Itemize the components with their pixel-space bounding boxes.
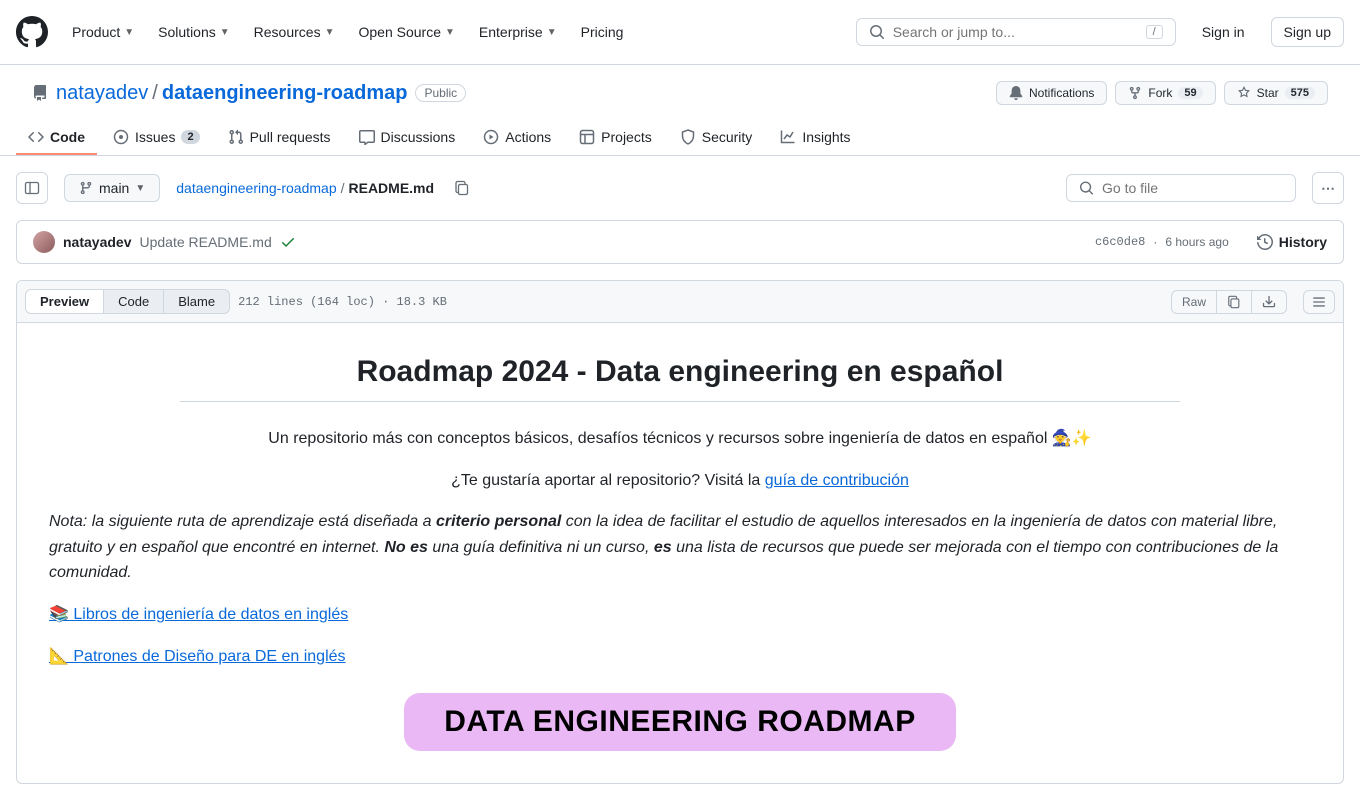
- pull-request-icon: [228, 129, 244, 145]
- roadmap-banner: DATA ENGINEERING ROADMAP: [404, 693, 955, 751]
- sidebar-toggle-button[interactable]: [16, 172, 48, 204]
- issues-count: 2: [181, 130, 199, 144]
- fork-icon: [1128, 86, 1142, 100]
- chevron-down-icon: ▼: [135, 183, 145, 194]
- graph-icon: [780, 129, 796, 145]
- download-button[interactable]: [1252, 290, 1287, 314]
- nav-opensource[interactable]: Open Source▼: [350, 18, 462, 46]
- slash-shortcut: /: [1146, 25, 1163, 39]
- nav-enterprise[interactable]: Enterprise▼: [471, 18, 565, 46]
- search-input[interactable]: [893, 24, 1138, 40]
- contribution-guide-link[interactable]: guía de contribución: [765, 472, 909, 489]
- notifications-button[interactable]: Notifications: [996, 81, 1107, 105]
- play-icon: [483, 129, 499, 145]
- commit-author[interactable]: natayadev: [63, 234, 131, 250]
- shield-icon: [680, 129, 696, 145]
- projects-icon: [579, 129, 595, 145]
- raw-button[interactable]: Raw: [1171, 290, 1217, 314]
- tab-code[interactable]: Code: [16, 121, 97, 155]
- download-icon: [1262, 295, 1276, 309]
- tab-pulls[interactable]: Pull requests: [216, 121, 343, 155]
- readme-note: Nota: la siguiente ruta de aprendizaje e…: [49, 509, 1311, 586]
- path-separator: /: [152, 82, 158, 105]
- chevron-down-icon: ▼: [325, 27, 335, 38]
- visibility-badge: Public: [415, 84, 466, 102]
- repo-name-link[interactable]: dataengineering-roadmap: [162, 82, 408, 105]
- copy-raw-button[interactable]: [1217, 290, 1252, 314]
- sign-in-link[interactable]: Sign in: [1192, 18, 1255, 46]
- goto-file-input[interactable]: [1102, 180, 1283, 196]
- history-link[interactable]: History: [1257, 234, 1327, 250]
- tab-projects[interactable]: Projects: [567, 121, 664, 155]
- goto-file-container[interactable]: [1066, 174, 1296, 202]
- search-icon: [869, 24, 885, 40]
- commit-time: 6 hours ago: [1165, 235, 1228, 249]
- chevron-down-icon: ▼: [547, 27, 557, 38]
- fork-count: 59: [1178, 87, 1202, 99]
- tab-discussions[interactable]: Discussions: [347, 121, 468, 155]
- sidebar-icon: [24, 180, 40, 196]
- nav-resources[interactable]: Resources▼: [246, 18, 343, 46]
- check-icon[interactable]: [280, 234, 296, 250]
- nav-pricing[interactable]: Pricing: [573, 18, 632, 46]
- commit-message[interactable]: Update README.md: [139, 234, 271, 250]
- repo-owner-link[interactable]: natayadev: [56, 82, 148, 105]
- code-icon: [28, 129, 44, 145]
- branch-icon: [79, 181, 93, 195]
- patterns-link[interactable]: 📐 Patrones de Diseño para DE en inglés: [49, 648, 346, 665]
- more-options-button[interactable]: ⋯: [1312, 172, 1344, 204]
- list-icon: [1312, 295, 1326, 309]
- sign-up-button[interactable]: Sign up: [1271, 17, 1344, 47]
- nav-solutions[interactable]: Solutions▼: [150, 18, 238, 46]
- commit-sha[interactable]: c6c0de8: [1095, 235, 1145, 249]
- tab-security[interactable]: Security: [668, 121, 765, 155]
- chevron-down-icon: ▼: [445, 27, 455, 38]
- bell-icon: [1009, 86, 1023, 100]
- view-blame-button[interactable]: Blame: [164, 290, 229, 313]
- copy-path-button[interactable]: [450, 176, 474, 200]
- chevron-down-icon: ▼: [220, 27, 230, 38]
- view-code-button[interactable]: Code: [104, 290, 164, 313]
- breadcrumb-file: README.md: [349, 180, 435, 196]
- outline-button[interactable]: [1303, 290, 1335, 314]
- tab-actions[interactable]: Actions: [471, 121, 563, 155]
- view-preview-button[interactable]: Preview: [26, 290, 104, 313]
- avatar[interactable]: [33, 231, 55, 253]
- star-icon: [1237, 86, 1251, 100]
- star-button[interactable]: Star 575: [1224, 81, 1328, 105]
- breadcrumb: dataengineering-roadmap / README.md: [176, 180, 434, 196]
- discussions-icon: [359, 129, 375, 145]
- tab-insights[interactable]: Insights: [768, 121, 862, 155]
- chevron-down-icon: ▼: [124, 27, 134, 38]
- star-count: 575: [1285, 87, 1315, 99]
- books-link[interactable]: 📚 Libros de ingeniería de datos en inglé…: [49, 606, 348, 623]
- nav-product[interactable]: Product▼: [64, 18, 142, 46]
- readme-title: Roadmap 2024 - Data engineering en españ…: [180, 355, 1180, 402]
- copy-icon: [454, 180, 470, 196]
- readme-intro: Un repositorio más con conceptos básicos…: [49, 426, 1311, 452]
- search-input-container[interactable]: /: [856, 18, 1176, 46]
- issues-icon: [113, 129, 129, 145]
- file-stats: 212 lines (164 loc) · 18.3 KB: [238, 295, 447, 309]
- tab-issues[interactable]: Issues 2: [101, 121, 212, 155]
- github-logo-icon[interactable]: [16, 16, 48, 48]
- fork-button[interactable]: Fork 59: [1115, 81, 1215, 105]
- search-icon: [1079, 180, 1094, 196]
- repo-icon: [32, 85, 48, 101]
- copy-icon: [1227, 295, 1241, 309]
- kebab-icon: ⋯: [1321, 180, 1335, 197]
- breadcrumb-root[interactable]: dataengineering-roadmap: [176, 180, 336, 196]
- branch-selector[interactable]: main ▼: [64, 174, 160, 202]
- history-icon: [1257, 234, 1273, 250]
